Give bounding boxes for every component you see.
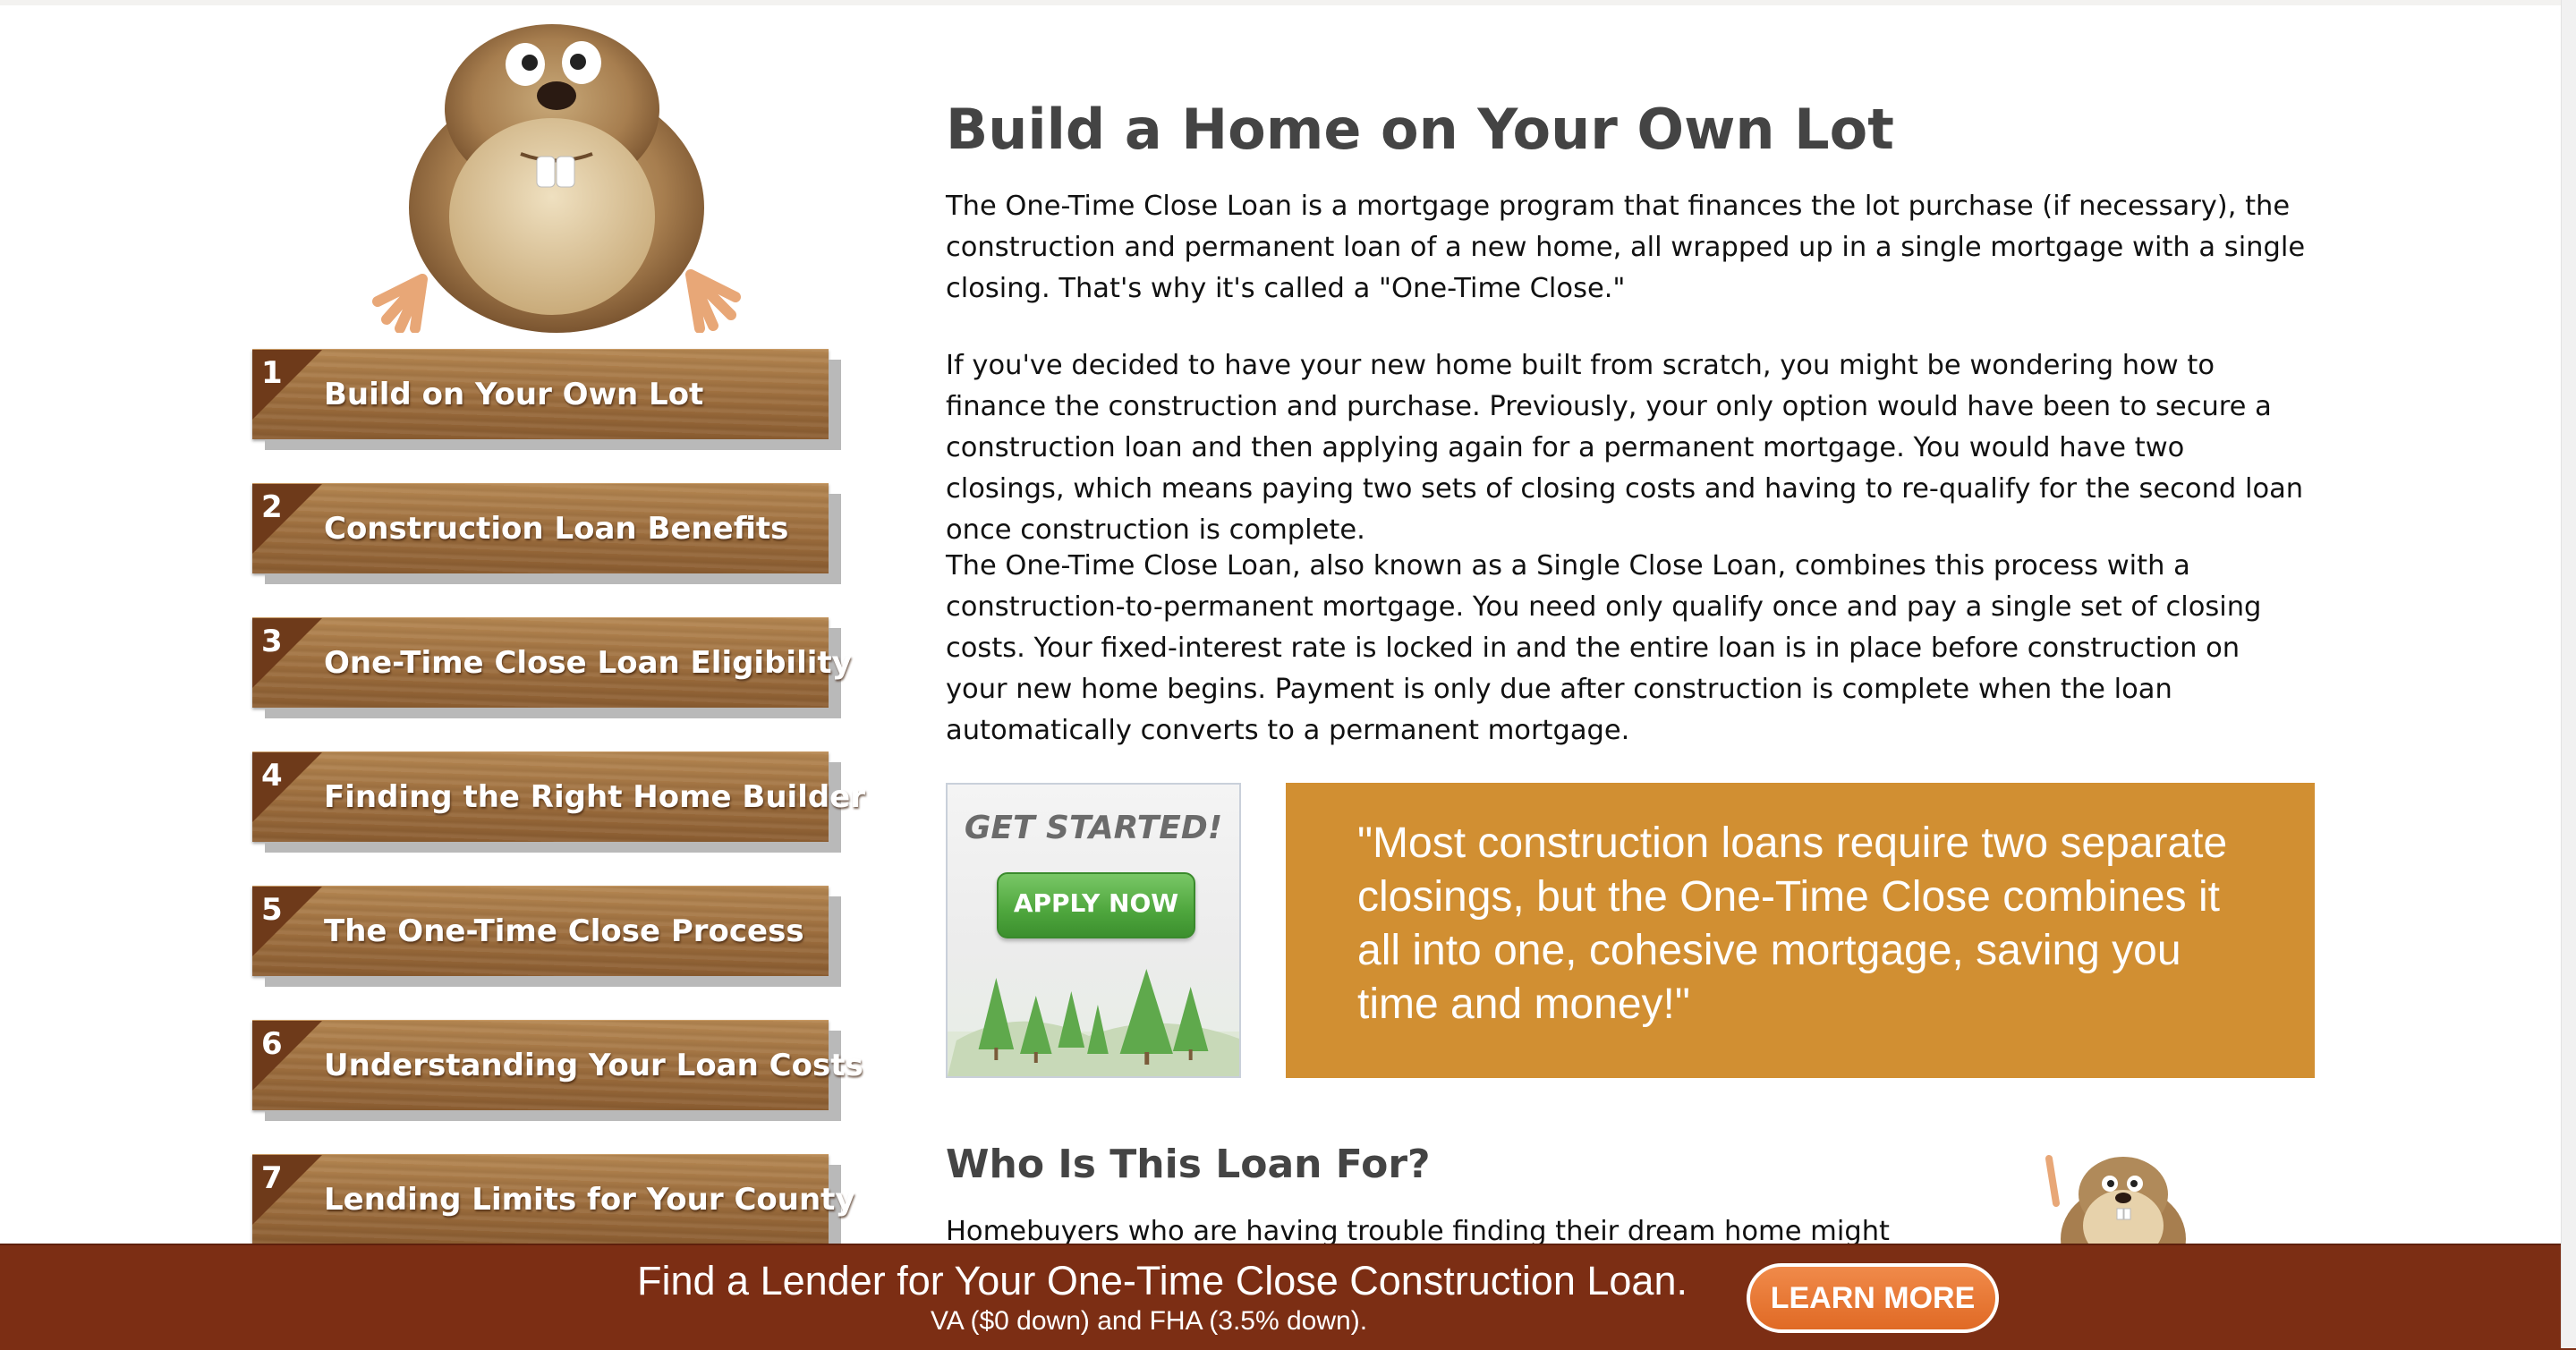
sidebar-item-close-process[interactable]: 5 The One-Time Close Process bbox=[252, 886, 829, 976]
sidebar-item-loan-costs[interactable]: 6 Understanding Your Loan Costs bbox=[252, 1020, 863, 1110]
sidebar-item-loan-eligibility[interactable]: 3 One-Time Close Loan Eligibility bbox=[252, 617, 852, 708]
nav-number: 2 bbox=[261, 489, 283, 525]
nav-number: 3 bbox=[261, 624, 283, 659]
apply-now-button[interactable]: APPLY NOW bbox=[997, 872, 1195, 938]
page-title: Build a Home on Your Own Lot bbox=[946, 97, 1894, 162]
nav-number: 7 bbox=[261, 1160, 283, 1196]
sidebar-item-lending-limits[interactable]: 7 Lending Limits for Your County bbox=[252, 1154, 855, 1244]
nav-label: Construction Loan Benefits bbox=[324, 511, 789, 547]
scrollbar[interactable] bbox=[2561, 0, 2576, 1348]
quote-text: "Most construction loans require two sep… bbox=[1357, 819, 2228, 1028]
sidebar-item-construction-loan-benefits[interactable]: 2 Construction Loan Benefits bbox=[252, 483, 829, 573]
section-heading: Who Is This Loan For? bbox=[946, 1142, 1431, 1187]
nav-label: Build on Your Own Lot bbox=[324, 377, 704, 412]
banner-subtitle: VA ($0 down) and FHA (3.5% down). bbox=[931, 1306, 1368, 1336]
intro-paragraph: The One-Time Close Loan is a mortgage pr… bbox=[946, 191, 2306, 304]
lender-banner: Find a Lender for Your One-Time Close Co… bbox=[0, 1244, 2576, 1350]
gopher-mascot-small-icon bbox=[2045, 1155, 2186, 1257]
nav-label: One-Time Close Loan Eligibility bbox=[324, 645, 852, 681]
get-started-title: GET STARTED! bbox=[964, 810, 1223, 846]
nav-label: Understanding Your Loan Costs bbox=[324, 1048, 863, 1083]
nav-label: Finding the Right Home Builder bbox=[324, 779, 866, 815]
banner-title: Find a Lender for Your One-Time Close Co… bbox=[637, 1258, 1688, 1303]
sidebar-item-build-on-own-lot[interactable]: 1 Build on Your Own Lot bbox=[252, 349, 829, 439]
nav-label: Lending Limits for Your County bbox=[324, 1182, 855, 1218]
get-started-ad[interactable]: GET STARTED! APPLY NOW bbox=[946, 783, 1241, 1078]
trees-illustration-icon bbox=[948, 969, 1239, 1076]
history-paragraph: If you've decided to have your new home … bbox=[946, 350, 2304, 546]
nav-number: 5 bbox=[261, 892, 283, 928]
quote-callout: "Most construction loans require two sep… bbox=[1286, 783, 2315, 1078]
nav-number: 1 bbox=[261, 355, 283, 391]
nav-number: 6 bbox=[261, 1026, 283, 1062]
gopher-mascot-icon bbox=[372, 24, 741, 333]
top-edge bbox=[0, 0, 2576, 5]
nav-label: The One-Time Close Process bbox=[324, 913, 804, 949]
process-paragraph: The One-Time Close Loan, also known as a… bbox=[946, 550, 2262, 746]
nav-number: 4 bbox=[261, 758, 283, 794]
learn-more-button[interactable]: LEARN MORE bbox=[1747, 1263, 1999, 1333]
sidebar-item-home-builder[interactable]: 4 Finding the Right Home Builder bbox=[252, 751, 865, 842]
